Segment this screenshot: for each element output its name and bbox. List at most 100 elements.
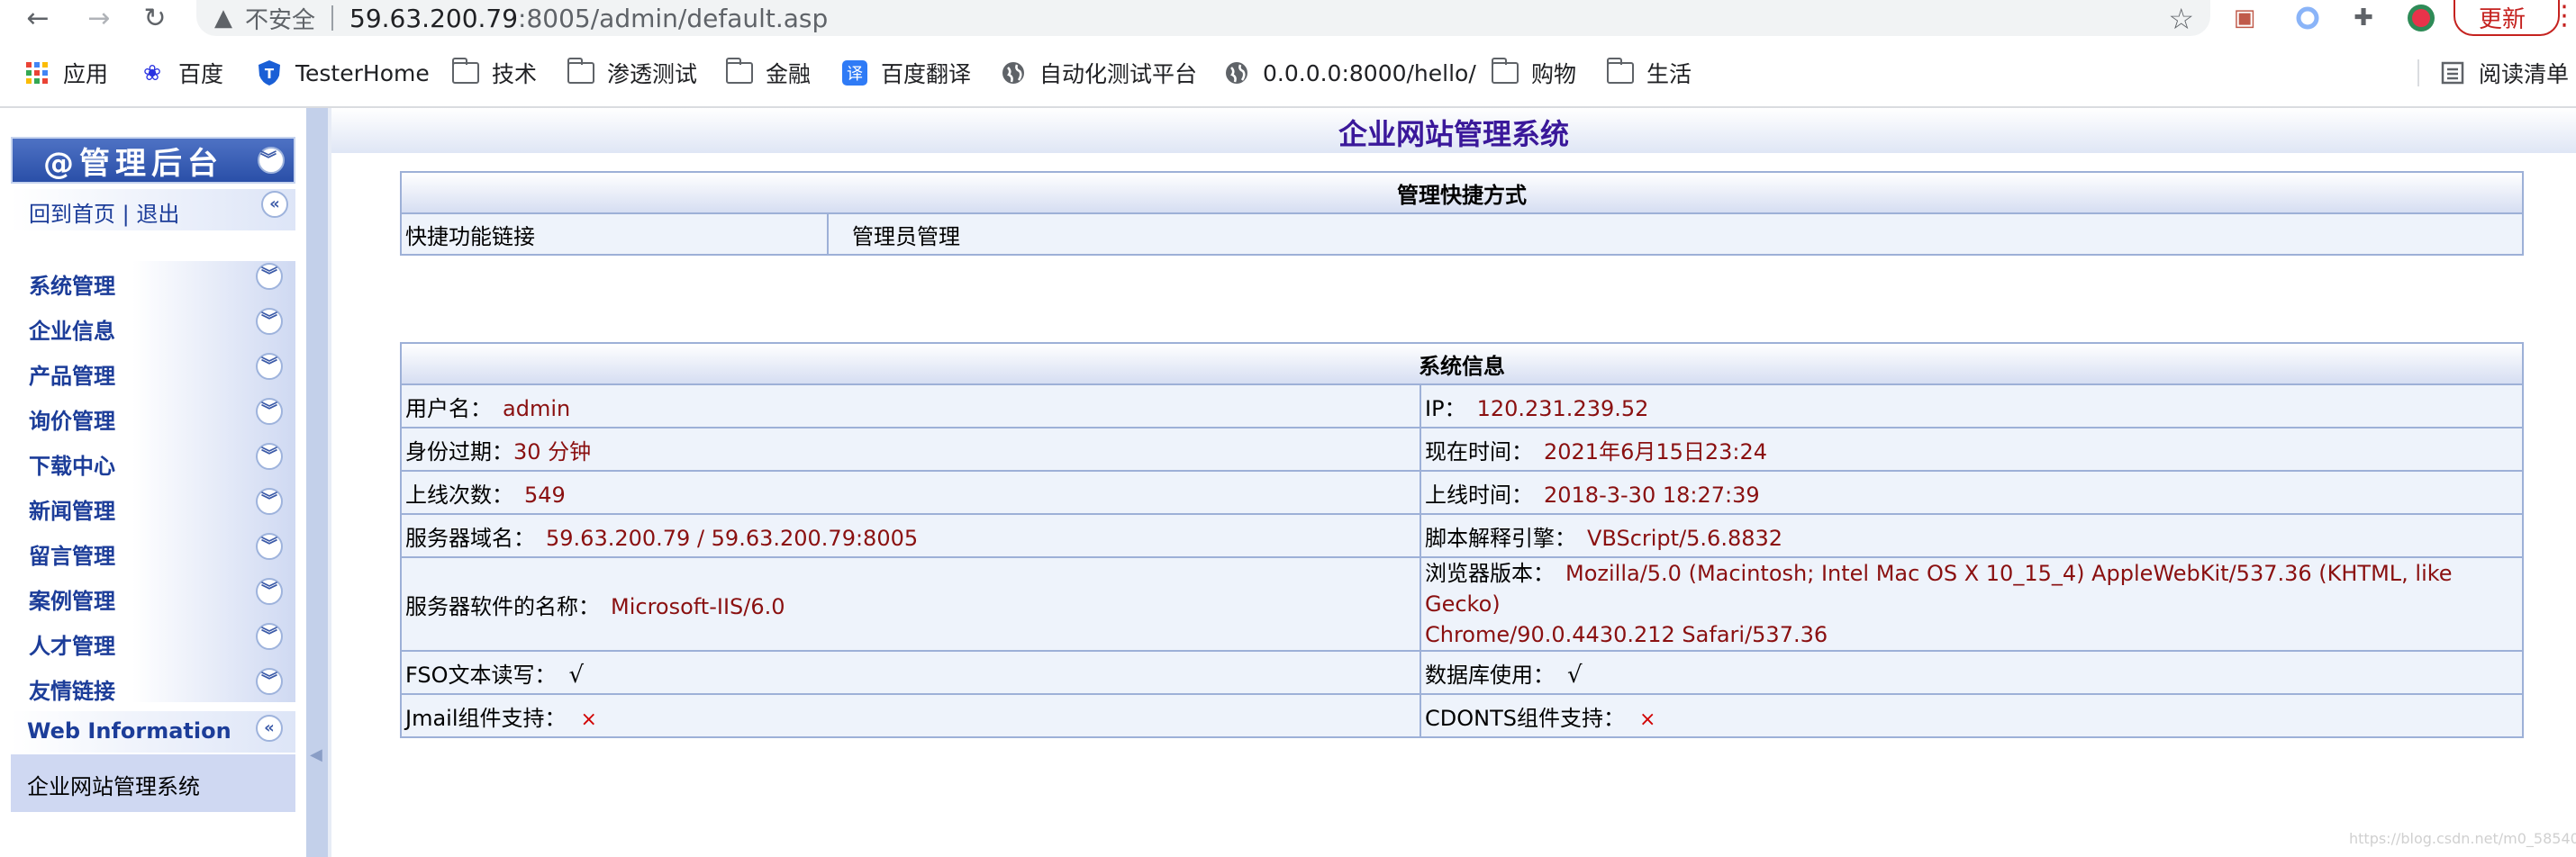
- logins-label: 上线次数：: [405, 482, 513, 508]
- folder-icon: [1492, 58, 1519, 84]
- apps-grid-icon: [23, 59, 50, 86]
- update-button-label: 更新: [2479, 5, 2526, 33]
- bookmark-baidu-translate[interactable]: 译 百度翻译: [841, 52, 971, 94]
- svg-text:T: T: [265, 66, 275, 82]
- page-title: 企业网站管理系统: [1338, 117, 1569, 151]
- bookmark-folder-tech[interactable]: 技术: [452, 52, 537, 94]
- sidebar-item-messages[interactable]: 留言管理: [29, 538, 115, 570]
- bookmark-label: 百度: [178, 61, 224, 87]
- expand-chevron-icon[interactable]: ︾: [256, 668, 283, 695]
- domain-value: 59.63.200.79 / 59.63.200.79:8005: [546, 525, 919, 551]
- browser-value-line2: Chrome/90.0.4430.212 Safari/537.36: [1425, 622, 1828, 647]
- reading-list-button[interactable]: 阅读清单: [2439, 52, 2569, 94]
- admin-management-link[interactable]: 管理员管理: [827, 212, 2524, 256]
- address-bar[interactable]: ▲ 不安全 59.63.200.79:8005/admin/default.as…: [196, 0, 2210, 36]
- browser-label: 浏览器版本：: [1425, 561, 1555, 586]
- expand-chevron-icon[interactable]: ︾: [256, 578, 283, 605]
- info-cell-cdonts: CDONTS组件支持： ×: [1420, 693, 2524, 738]
- expand-chevron-icon[interactable]: ︾: [256, 263, 283, 290]
- shortcuts-table: 管理快捷方式 快捷功能链接 管理员管理: [400, 171, 2524, 256]
- bookmarks-divider: [2417, 59, 2419, 86]
- bookmark-label: 应用: [63, 61, 109, 87]
- expire-value: 30 分钟: [513, 438, 592, 465]
- forward-arrow-icon: →: [87, 2, 111, 34]
- folder-icon: [567, 58, 594, 84]
- collapse-chevron-icon[interactable]: ︾: [258, 147, 285, 174]
- site-name-text: 企业网站管理系统: [27, 774, 200, 799]
- url-text[interactable]: 59.63.200.79:8005/admin/default.asp: [349, 4, 828, 33]
- reload-icon: ↻: [143, 2, 167, 34]
- sidebar-item-news[interactable]: 新闻管理: [29, 493, 115, 525]
- web-information-header[interactable]: Web Information «: [11, 711, 295, 753]
- sidebar-item-links[interactable]: 友情链接: [29, 673, 115, 705]
- baidu-paw-icon: ❀: [142, 60, 162, 86]
- admin-panel-header[interactable]: @管理后台 ︾: [11, 137, 295, 184]
- collapse-left-chevron-icon[interactable]: «: [261, 191, 288, 218]
- sidebar-item-products[interactable]: 产品管理: [29, 358, 115, 390]
- browser-value-line1: Mozilla/5.0 (Macintosh; Intel Mac OS X 1…: [1425, 561, 2453, 617]
- bookmark-auto-test[interactable]: 自动化测试平台: [1000, 52, 1197, 94]
- bookmark-label: 百度翻译: [881, 61, 972, 87]
- expand-chevron-icon[interactable]: ︾: [256, 308, 283, 335]
- home-logout-links[interactable]: 回到首页 | 退出: [29, 196, 179, 228]
- info-cell-fso: FSO文本读写： √: [400, 650, 1421, 695]
- expand-chevron-icon[interactable]: ︾: [256, 533, 283, 560]
- sidebar-item-inquiry[interactable]: 询价管理: [29, 403, 115, 435]
- reading-list-label: 阅读清单: [2479, 61, 2570, 87]
- splitter-arrow-icon[interactable]: ◀: [310, 745, 322, 764]
- login-time-label: 上线时间：: [1425, 482, 1533, 508]
- main-title-bar: 企业网站管理系统: [331, 108, 2576, 153]
- bookmark-localhost[interactable]: 0.0.0.0:8000/hello/: [1223, 52, 1476, 94]
- bookmark-folder-life[interactable]: 生活: [1607, 52, 1692, 94]
- browser-menu-icon[interactable]: ⋮: [2551, 0, 2576, 32]
- info-cell-ip: IP： 120.231.239.52: [1420, 383, 2524, 428]
- bookmark-label: 0.0.0.0:8000/hello/: [1263, 59, 1476, 86]
- sidebar-item-company[interactable]: 企业信息: [29, 313, 115, 345]
- profile-avatar-icon[interactable]: [2407, 4, 2435, 32]
- ip-label: IP：: [1425, 395, 1466, 421]
- username-value: admin: [503, 395, 571, 421]
- bookmark-folder-pentest[interactable]: 渗透测试: [567, 52, 697, 94]
- bookmark-testerhome[interactable]: T TesterHome: [256, 52, 430, 94]
- bookmark-folder-shopping[interactable]: 购物: [1492, 52, 1576, 94]
- expand-chevron-icon[interactable]: ︾: [256, 443, 283, 470]
- engine-value: VBScript/5.6.8832: [1587, 525, 1783, 551]
- reload-button[interactable]: ↻: [137, 0, 173, 36]
- extensions-puzzle-icon[interactable]: ✚: [2349, 4, 2378, 32]
- info-cell-login-time: 上线时间： 2018-3-30 18:27:39: [1420, 470, 2524, 515]
- back-button[interactable]: ←: [20, 0, 56, 36]
- update-button[interactable]: 更新: [2454, 0, 2560, 36]
- bookmark-apps[interactable]: 应用: [23, 52, 108, 94]
- bookmark-baidu[interactable]: ❀ 百度: [139, 52, 223, 94]
- sidebar-item-cases[interactable]: 案例管理: [29, 583, 115, 615]
- fso-label: FSO文本读写：: [405, 662, 557, 688]
- sidebar-item-talent[interactable]: 人才管理: [29, 628, 115, 660]
- bookmark-label: 渗透测试: [607, 61, 698, 87]
- sidebar-item-system[interactable]: 系统管理: [29, 268, 115, 300]
- info-cell-server: 服务器软件的名称： Microsoft-IIS/6.0: [400, 556, 1421, 652]
- folder-icon: [452, 58, 479, 84]
- ip-value: 120.231.239.52: [1476, 395, 1649, 421]
- folder-icon: [1607, 58, 1634, 84]
- info-cell-now: 现在时间： 2021年6月15日23:24: [1420, 427, 2524, 472]
- bookmark-label: 技术: [492, 61, 538, 87]
- extension-reader-icon[interactable]: ▣: [2230, 4, 2259, 32]
- reading-list-icon: [2439, 59, 2466, 86]
- expand-chevron-icon[interactable]: ︾: [256, 398, 283, 425]
- shortcuts-label: 快捷功能链接: [400, 212, 829, 256]
- extension-ring-icon[interactable]: [2293, 4, 2322, 32]
- security-status[interactable]: 不安全: [245, 2, 315, 35]
- expand-chevron-icon[interactable]: ︾: [256, 353, 283, 380]
- bookmark-folder-finance[interactable]: 金融: [726, 52, 811, 94]
- cdonts-label: CDONTS组件支持：: [1425, 705, 1625, 731]
- domain-label: 服务器域名：: [405, 525, 535, 551]
- bookmark-star-icon[interactable]: ☆: [2168, 2, 2194, 36]
- collapse-left-chevron-icon[interactable]: «: [256, 715, 283, 742]
- expire-label: 身份过期：: [405, 438, 513, 465]
- forward-button[interactable]: →: [81, 0, 117, 36]
- bookmark-label: TesterHome: [295, 59, 430, 86]
- expand-chevron-icon[interactable]: ︾: [256, 488, 283, 515]
- info-cell-logins: 上线次数： 549: [400, 470, 1421, 515]
- sidebar-item-downloads[interactable]: 下载中心: [29, 448, 115, 480]
- expand-chevron-icon[interactable]: ︾: [256, 623, 283, 650]
